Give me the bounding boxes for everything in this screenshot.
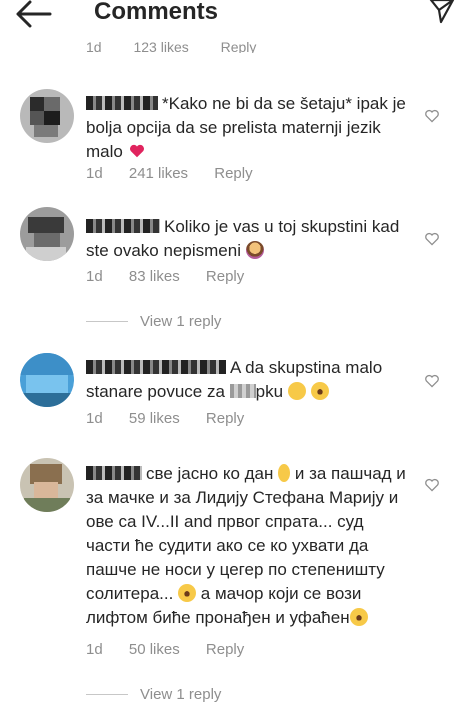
comment-likes[interactable]: 50 likes (129, 641, 180, 658)
avatar[interactable] (20, 458, 74, 512)
reply-button[interactable]: Reply (206, 268, 244, 285)
divider (86, 694, 128, 695)
view-replies-button[interactable]: View 1 reply (86, 313, 221, 330)
avatar[interactable] (20, 89, 74, 143)
like-heart-icon[interactable] (424, 477, 440, 493)
like-heart-icon[interactable] (424, 108, 440, 124)
reply-button[interactable]: Reply (206, 641, 244, 658)
redacted-word (229, 384, 256, 398)
comment-text: Koliko je vas u toj skupstini kad ste ov… (86, 217, 400, 260)
reply-button[interactable]: Reply (214, 165, 252, 182)
comment-age: 1d (86, 410, 103, 427)
comment-likes[interactable]: 241 likes (129, 165, 188, 182)
comment-age: 1d (86, 268, 103, 285)
back-arrow-icon[interactable] (14, 0, 54, 28)
comment-meta: 1d 50 likes Reply (86, 641, 266, 658)
header-bar: Comments (0, 0, 468, 32)
comment-likes[interactable]: 59 likes (129, 410, 180, 427)
laughing-tears-emoji (310, 382, 329, 400)
avatar[interactable] (20, 353, 74, 407)
username-redacted[interactable] (86, 466, 142, 480)
ok-hand-emoji (278, 464, 291, 482)
view-replies-button[interactable]: View 1 reply (86, 686, 221, 703)
comment-meta: 1d 241 likes Reply (86, 165, 275, 182)
like-heart-icon[interactable] (424, 231, 440, 247)
comment-age: 1d (86, 641, 103, 658)
comment-text: *Kako ne bi da se šetaju* ipak je bolja … (86, 94, 406, 161)
hugging-face-emoji (287, 382, 306, 400)
comment-text: A da skupstina malo stanare povuce za pk… (86, 358, 383, 401)
username-redacted[interactable] (86, 96, 158, 110)
laughing-tears-emoji (178, 584, 197, 602)
comment-age: 1d (86, 165, 103, 182)
comment-meta: 1d 59 likes Reply (86, 410, 266, 427)
direct-message-icon[interactable] (428, 0, 456, 24)
username-redacted[interactable] (86, 219, 160, 233)
reply-button[interactable]: Reply (206, 410, 244, 427)
comment-likes[interactable]: 83 likes (129, 268, 180, 285)
previous-comment-meta: 1d 123 likes Reply (86, 39, 284, 53)
reply-button[interactable]: Reply (221, 39, 257, 53)
red-heart-emoji (129, 144, 144, 158)
comment-likes[interactable]: 123 likes (133, 39, 188, 53)
laughing-tears-emoji (349, 608, 368, 626)
page-title: Comments (94, 0, 219, 25)
comment-meta: 1d 83 likes Reply (86, 268, 266, 285)
avatar[interactable] (20, 207, 74, 261)
comment-age: 1d (86, 39, 102, 53)
divider (86, 321, 128, 322)
username-redacted[interactable] (86, 360, 226, 374)
comment-text: све јасно ко дан и за пашчад и за мачке … (86, 464, 406, 627)
facepalm-emoji (245, 241, 264, 259)
like-heart-icon[interactable] (424, 373, 440, 389)
